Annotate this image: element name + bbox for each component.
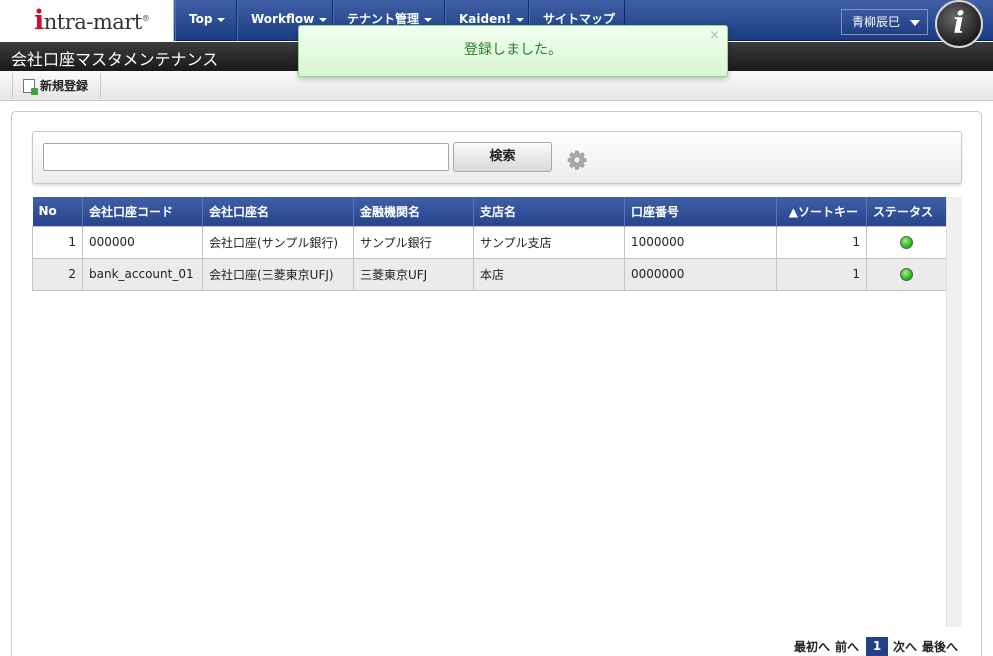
account-table: No 会社口座コード 会社口座名 金融機関名 支店名 口座番号 ▲ソートキー ス… — [32, 197, 947, 291]
content-panel — [11, 111, 982, 656]
cell-account-name: 会社口座(三菱東京UFJ) — [202, 257, 354, 291]
user-name: 青柳辰巳 — [852, 15, 901, 29]
toast-message: 登録しました。 — [464, 42, 562, 58]
search-button[interactable]: 検索 — [453, 142, 552, 172]
cell-account-name: 会社口座(サンプル銀行) — [202, 225, 354, 259]
table-row[interactable]: 1 000000 会社口座(サンプル銀行) サンプル銀行 サンプル支店 1000… — [32, 225, 947, 259]
pager-prev-link[interactable]: 前へ — [835, 638, 859, 655]
new-registration-button[interactable]: 新規登録 — [12, 73, 102, 99]
cell-account-code: bank_account_01 — [82, 257, 203, 291]
cell-sort-key: 1 — [776, 257, 867, 291]
table-scrollbar[interactable] — [946, 197, 962, 627]
cell-branch-name: 本店 — [473, 257, 625, 291]
status-active-icon — [900, 236, 913, 249]
chevron-down-icon — [910, 20, 920, 26]
chevron-down-icon — [217, 17, 226, 22]
cell-no: 1 — [32, 225, 83, 259]
column-header-bank-name[interactable]: 金融機関名 — [353, 197, 474, 226]
column-header-no[interactable]: No — [32, 197, 83, 226]
nav-menu-label: サイトマップ — [543, 12, 616, 26]
cell-branch-name: サンプル支店 — [473, 225, 625, 259]
nav-menu-label: Workflow — [251, 12, 315, 26]
pager-next-link[interactable]: 次へ — [893, 638, 917, 655]
cell-bank-name: サンプル銀行 — [353, 225, 474, 259]
intra-mart-logo[interactable]: intra-mart® — [0, 0, 174, 41]
nav-menu-top[interactable]: Top — [175, 0, 237, 41]
gear-icon[interactable] — [567, 150, 587, 170]
column-header-sort-key[interactable]: ▲ソートキー — [776, 197, 867, 226]
user-menu-button[interactable]: 青柳辰巳 — [841, 9, 928, 35]
nav-menu-label: Top — [189, 12, 213, 26]
new-registration-label: 新規登録 — [40, 79, 89, 93]
cell-account-number: 0000000 — [624, 257, 777, 291]
column-header-account-number[interactable]: 口座番号 — [624, 197, 777, 226]
close-icon[interactable]: × — [709, 28, 720, 43]
cell-bank-name: 三菱東京UFJ — [353, 257, 474, 291]
pager-last-link[interactable]: 最後へ — [922, 638, 958, 655]
cell-account-number: 1000000 — [624, 225, 777, 259]
nav-menu-label: Kaiden! — [459, 12, 512, 26]
cell-status — [866, 257, 947, 291]
info-icon[interactable]: i — [935, 0, 983, 48]
new-document-icon — [23, 79, 38, 95]
chevron-down-icon — [424, 17, 433, 22]
column-header-account-code[interactable]: 会社口座コード — [82, 197, 203, 226]
cell-no: 2 — [32, 257, 83, 291]
search-input[interactable] — [43, 143, 449, 171]
pager-current-page: 1 — [866, 637, 888, 656]
table-header-row: No 会社口座コード 会社口座名 金融機関名 支店名 口座番号 ▲ソートキー ス… — [32, 197, 947, 226]
cell-sort-key: 1 — [776, 225, 867, 259]
table-row[interactable]: 2 bank_account_01 会社口座(三菱東京UFJ) 三菱東京UFJ … — [32, 257, 947, 291]
column-header-branch-name[interactable]: 支店名 — [473, 197, 625, 226]
status-active-icon — [900, 268, 913, 281]
logo-wordmark: intra-mart® — [34, 5, 150, 36]
column-header-account-name[interactable]: 会社口座名 — [202, 197, 354, 226]
cell-status — [866, 225, 947, 259]
success-toast: 登録しました。 × — [298, 25, 728, 77]
cell-account-code: 000000 — [82, 225, 203, 259]
chevron-down-icon — [516, 17, 525, 22]
column-header-status[interactable]: ステータス — [866, 197, 947, 226]
nav-menu-label: テナント管理 — [347, 12, 420, 26]
pager-first-link[interactable]: 最初へ — [794, 638, 830, 655]
page-title: 会社口座マスタメンテナンス — [11, 50, 219, 69]
chevron-down-icon — [319, 17, 328, 22]
search-area: 検索 — [32, 131, 962, 184]
